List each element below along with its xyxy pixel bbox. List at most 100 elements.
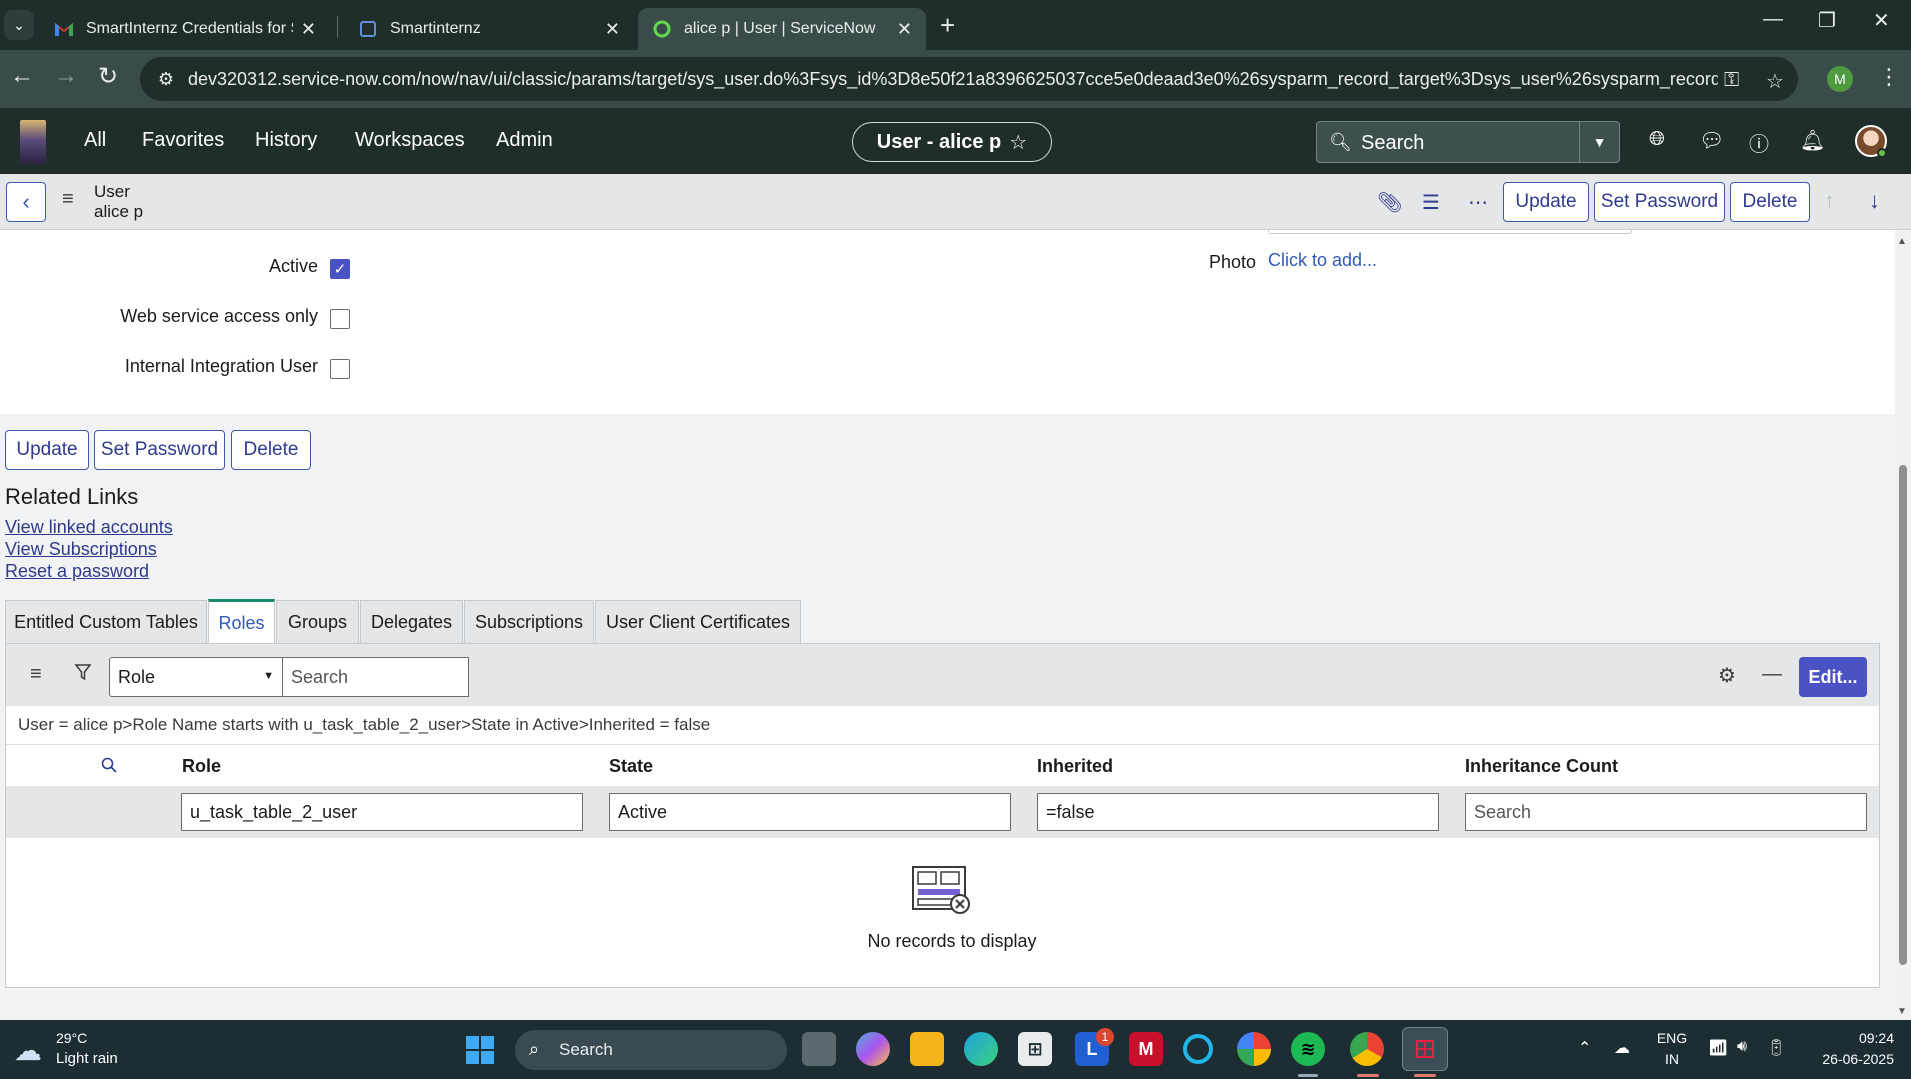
view-linked-accounts-link[interactable]: View linked accounts [5, 517, 173, 538]
new-tab-plus-icon[interactable]: + [940, 10, 955, 40]
inheritance-count-filter-input[interactable]: Search [1465, 793, 1867, 831]
language-indicator-bottom[interactable]: IN [1654, 1051, 1690, 1067]
back-button[interactable]: ‹ [6, 182, 46, 222]
browser-tab-smartinternz[interactable]: Smartinternz ✕ [344, 8, 634, 50]
weather-temperature[interactable]: 29°C [56, 1030, 87, 1046]
cortana-ring-icon[interactable] [1183, 1034, 1213, 1064]
help-icon[interactable]: ⓘ [1749, 128, 1769, 157]
column-header-role[interactable]: Role [182, 756, 221, 777]
personalize-sliders-icon[interactable]: ☰ [1422, 190, 1440, 215]
list-search-input[interactable]: Search [283, 657, 469, 697]
update-button[interactable]: Update [1503, 182, 1589, 222]
browser-tab-servicenow[interactable]: alice p | User | ServiceNow ✕ [638, 8, 926, 50]
column-search-icon[interactable] [101, 757, 117, 778]
tab-entitled-custom-tables[interactable]: Entitled Custom Tables [5, 600, 207, 643]
weather-cloud-rain-icon[interactable]: ☁ [14, 1034, 42, 1067]
bottom-delete-button[interactable]: Delete [231, 430, 311, 470]
close-tab-icon[interactable]: ✕ [605, 19, 620, 40]
instance-logo[interactable] [20, 120, 46, 164]
tab-groups[interactable]: Groups [276, 600, 359, 643]
nav-admin[interactable]: Admin [496, 129, 553, 152]
chrome-icon[interactable] [1350, 1032, 1384, 1066]
role-filter-input[interactable]: u_task_table_2_user [181, 793, 583, 831]
tab-subscriptions[interactable]: Subscriptions [464, 600, 594, 643]
collapse-list-icon[interactable]: — [1762, 663, 1782, 686]
previous-record-arrow-icon[interactable]: ↑ [1824, 188, 1835, 214]
state-filter-input[interactable]: Active [609, 793, 1011, 831]
tab-search-chevron-icon[interactable]: ⌄ [4, 10, 34, 40]
spotify-icon[interactable]: ≋ [1291, 1032, 1325, 1066]
nav-all[interactable]: All [84, 129, 106, 152]
bottom-set-password-button[interactable]: Set Password [94, 430, 225, 470]
photos-pinwheel-icon[interactable] [1237, 1032, 1271, 1066]
web-service-access-checkbox[interactable] [330, 309, 350, 329]
clock-date[interactable]: 26-06-2025 [1804, 1051, 1894, 1067]
favorite-star-icon[interactable]: ☆ [1009, 130, 1027, 155]
reset-password-link[interactable]: Reset a password [5, 561, 149, 582]
bottom-update-button[interactable]: Update [5, 430, 89, 470]
search-field-select[interactable]: Role ▼ [109, 657, 283, 697]
active-checkbox[interactable]: ✓ [330, 259, 350, 279]
nav-favorites[interactable]: Favorites [142, 129, 224, 152]
browser-tab-gmail[interactable]: SmartInternz Credentials for Sh ✕ [40, 8, 330, 50]
photo-add-link[interactable]: Click to add... [1268, 250, 1377, 271]
browser-profile-avatar[interactable]: M [1827, 66, 1853, 92]
reload-icon[interactable]: ↻ [98, 62, 118, 91]
context-title-pill[interactable]: User - alice p ☆ [852, 122, 1052, 162]
battery-icon[interactable]: 🔋︎ [1766, 1038, 1786, 1058]
taskbar-search-box[interactable]: ⌕ Search [515, 1030, 787, 1070]
address-bar[interactable]: ⚙ dev320312.service-now.com/now/nav/ui/c… [140, 57, 1798, 101]
tab-user-client-certificates[interactable]: User Client Certificates [595, 600, 801, 643]
scroll-up-arrow-icon[interactable]: ▲ [1897, 236, 1907, 247]
column-header-state[interactable]: State [609, 756, 653, 777]
show-hidden-icons-chevron-up-icon[interactable]: ⌃ [1578, 1038, 1591, 1058]
page-scrollbar-thumb[interactable] [1899, 465, 1907, 965]
close-tab-icon[interactable]: ✕ [301, 19, 316, 40]
tab-delegates[interactable]: Delegates [360, 600, 463, 643]
globe-icon[interactable]: 🌐︎ [1649, 128, 1665, 151]
edge-browser-icon[interactable] [964, 1032, 998, 1066]
bookmark-star-icon[interactable]: ☆ [1766, 69, 1784, 94]
notifications-bell-icon[interactable]: 🔔︎ [1800, 128, 1825, 153]
next-record-arrow-icon[interactable]: ↓ [1869, 188, 1880, 214]
clock-time[interactable]: 09:24 [1804, 1030, 1894, 1046]
close-tab-icon[interactable]: ✕ [897, 19, 912, 40]
attachment-paperclip-icon[interactable]: 📎︎ [1377, 190, 1402, 215]
weather-description[interactable]: Light rain [56, 1050, 118, 1067]
windows-start-icon[interactable] [466, 1036, 494, 1064]
list-context-menu-icon[interactable]: ≡ [30, 663, 42, 686]
file-explorer-icon[interactable] [910, 1032, 944, 1066]
global-search[interactable]: 🔍︎ Search ▼ [1316, 121, 1620, 163]
column-header-inheritance-count[interactable]: Inheritance Count [1465, 756, 1618, 777]
inherited-filter-input[interactable]: =false [1037, 793, 1439, 831]
forward-arrow-icon[interactable]: → [54, 62, 78, 90]
form-context-menu-icon[interactable]: ≡ [62, 188, 74, 211]
edit-button[interactable]: Edit... [1799, 657, 1867, 697]
more-options-icon[interactable]: ⋯ [1468, 190, 1488, 215]
set-password-button[interactable]: Set Password [1594, 182, 1725, 222]
filter-funnel-icon[interactable] [74, 663, 92, 687]
language-indicator-top[interactable]: ENG [1654, 1030, 1690, 1046]
scroll-down-arrow-icon[interactable]: ▼ [1897, 1006, 1907, 1017]
column-header-inherited[interactable]: Inherited [1037, 756, 1113, 777]
nav-workspaces[interactable]: Workspaces [355, 129, 465, 152]
browser-menu-icon[interactable]: ⋮ [1878, 64, 1900, 90]
tab-roles[interactable]: Roles [208, 599, 275, 644]
filter-breadcrumb[interactable]: User = alice p>Role Name starts with u_t… [18, 715, 710, 735]
chat-icon[interactable]: 💬︎ [1699, 128, 1724, 153]
back-arrow-icon[interactable]: ← [10, 62, 34, 90]
microsoft-store-icon[interactable]: ⊞ [1018, 1032, 1052, 1066]
copilot-icon[interactable] [856, 1032, 890, 1066]
onedrive-cloud-icon[interactable]: ☁ [1614, 1038, 1630, 1058]
site-settings-icon[interactable]: ⚙ [154, 67, 178, 91]
view-subscriptions-link[interactable]: View Subscriptions [5, 539, 157, 560]
task-view-icon[interactable] [802, 1032, 836, 1066]
list-settings-gear-icon[interactable]: ⚙ [1718, 663, 1736, 688]
delete-button[interactable]: Delete [1730, 182, 1810, 222]
password-key-icon[interactable]: ⚿ [1724, 69, 1739, 92]
mcafee-icon[interactable]: M [1129, 1032, 1163, 1066]
internal-integration-user-checkbox[interactable] [330, 359, 350, 379]
search-scope-dropdown-icon[interactable]: ▼ [1579, 122, 1619, 162]
restore-icon[interactable]: ❐ [1818, 8, 1836, 33]
wifi-icon[interactable]: 📶︎ [1708, 1038, 1728, 1058]
